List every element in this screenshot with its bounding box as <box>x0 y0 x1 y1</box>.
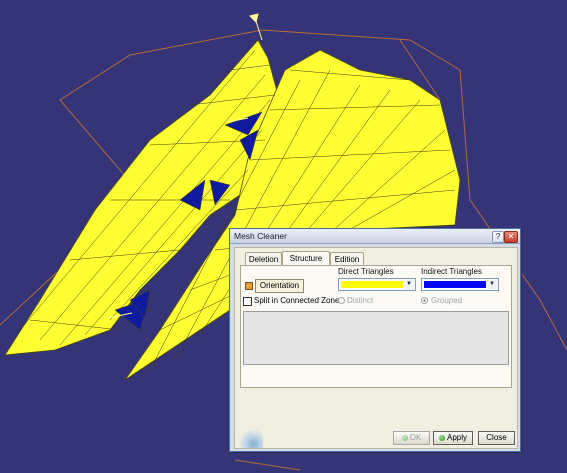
direct-triangles-label: Direct Triangles <box>338 267 394 276</box>
orientation-button[interactable]: Orientation <box>255 279 304 293</box>
orientation-icon <box>245 282 253 290</box>
dialog-title: Mesh Cleaner <box>234 231 287 241</box>
tab-edition[interactable]: Edition <box>330 252 364 266</box>
apply-icon <box>438 435 445 441</box>
close-button[interactable]: Close <box>478 431 515 445</box>
catia-logo-icon <box>239 428 263 448</box>
ok-icon <box>401 435 408 441</box>
direct-color-select[interactable]: ▼ <box>338 278 416 291</box>
split-zones-checkbox[interactable] <box>243 297 252 306</box>
chevron-down-icon[interactable]: ▼ <box>487 280 497 289</box>
distinct-label: Distinct <box>347 296 374 305</box>
ok-button[interactable]: OK <box>393 431 430 445</box>
distinct-radio[interactable] <box>338 297 345 304</box>
ok-label: OK <box>409 433 422 442</box>
close-icon[interactable]: ✕ <box>504 231 518 243</box>
split-zones-label: Split in Connected Zones <box>254 296 344 305</box>
apply-button[interactable]: Apply <box>433 431 473 445</box>
dialog-client-area: Deletion Edition Structure Direct Triang… <box>234 247 518 449</box>
chevron-down-icon[interactable]: ▼ <box>404 280 414 289</box>
tab-deletion[interactable]: Deletion <box>245 252 282 266</box>
grouped-label: Grouped <box>431 296 463 305</box>
help-button[interactable]: ? <box>492 231 504 243</box>
zones-list[interactable] <box>243 311 509 365</box>
indirect-triangles-label: Indirect Triangles <box>421 267 482 276</box>
dialog-button-bar: OK Apply Close <box>235 428 517 448</box>
dialog-titlebar[interactable]: Mesh Cleaner ? ✕ <box>230 229 520 244</box>
apply-label: Apply <box>446 433 467 442</box>
mesh-cleaner-dialog: Mesh Cleaner ? ✕ Deletion Edition Struct… <box>229 228 521 452</box>
indirect-color-select[interactable]: ▼ <box>421 278 499 291</box>
grouped-radio[interactable] <box>421 297 428 304</box>
indirect-color-swatch <box>424 281 486 288</box>
direct-color-swatch <box>341 281 403 288</box>
structure-panel: Direct Triangles Indirect Triangles Orie… <box>240 265 512 388</box>
